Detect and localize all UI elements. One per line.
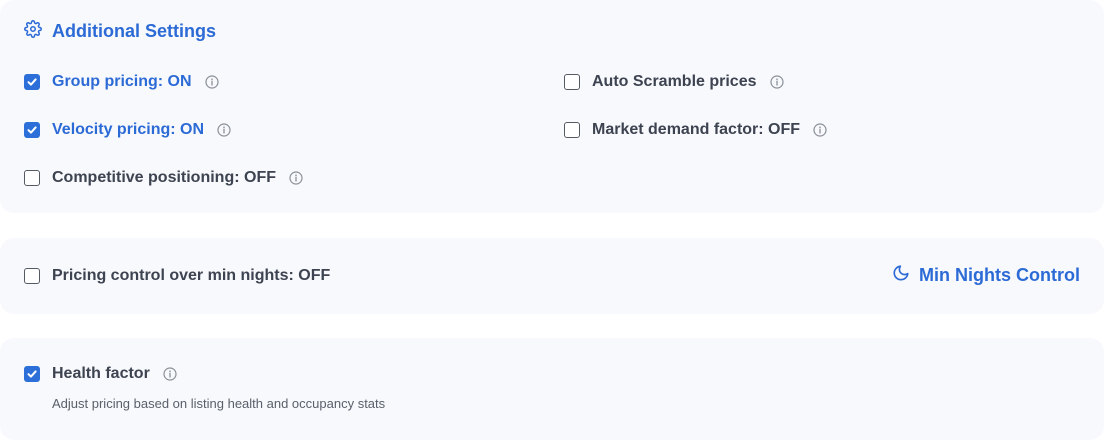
moon-icon (892, 264, 910, 287)
checkmark-icon (27, 370, 37, 378)
info-icon[interactable] (163, 367, 177, 381)
group-pricing-label[interactable]: Group pricing: ON (52, 73, 192, 91)
min-nights-checkbox[interactable] (24, 268, 40, 284)
additional-settings-title: Additional Settings (52, 21, 216, 41)
competitive-positioning-label[interactable]: Competitive positioning: OFF (52, 169, 276, 187)
group-pricing-checkbox[interactable] (24, 74, 40, 90)
info-icon[interactable] (217, 123, 231, 137)
min-nights-control-button[interactable]: Min Nights Control (892, 264, 1080, 287)
competitive-positioning-checkbox[interactable] (24, 170, 40, 186)
market-demand-label[interactable]: Market demand factor: OFF (592, 121, 800, 139)
market-demand-option: Market demand factor: OFF (564, 119, 827, 141)
info-icon[interactable] (769, 75, 784, 89)
min-nights-control-label: Min Nights Control (919, 265, 1080, 285)
auto-scramble-checkbox[interactable] (564, 74, 580, 90)
additional-settings-panel: Additional Settings Group pricing: ON Ve… (0, 0, 1104, 213)
checkmark-icon (27, 126, 37, 134)
info-icon[interactable] (813, 123, 827, 137)
min-nights-panel: Pricing control over min nights: OFF Min… (0, 238, 1104, 314)
velocity-pricing-option: Velocity pricing: ON (24, 119, 231, 141)
checkmark-icon (27, 78, 37, 86)
health-factor-option: Health factor (24, 363, 177, 385)
health-factor-checkbox[interactable] (24, 366, 40, 382)
auto-scramble-label[interactable]: Auto Scramble prices (592, 73, 757, 91)
market-demand-checkbox[interactable] (564, 122, 580, 138)
health-factor-label[interactable]: Health factor (52, 365, 150, 383)
info-icon[interactable] (289, 171, 303, 185)
gear-icon (24, 20, 42, 43)
competitive-positioning-option: Competitive positioning: OFF (24, 167, 303, 189)
health-factor-panel: Health factor Adjust pricing based on li… (0, 338, 1104, 440)
group-pricing-option: Group pricing: ON (24, 71, 219, 93)
auto-scramble-option: Auto Scramble prices (564, 71, 784, 93)
min-nights-option: Pricing control over min nights: OFF (24, 265, 330, 287)
additional-settings-header: Additional Settings (24, 20, 216, 43)
health-factor-description: Adjust pricing based on listing health a… (52, 396, 386, 411)
min-nights-label[interactable]: Pricing control over min nights: OFF (52, 267, 330, 285)
info-icon[interactable] (204, 75, 219, 89)
velocity-pricing-label[interactable]: Velocity pricing: ON (52, 121, 204, 139)
velocity-pricing-checkbox[interactable] (24, 122, 40, 138)
